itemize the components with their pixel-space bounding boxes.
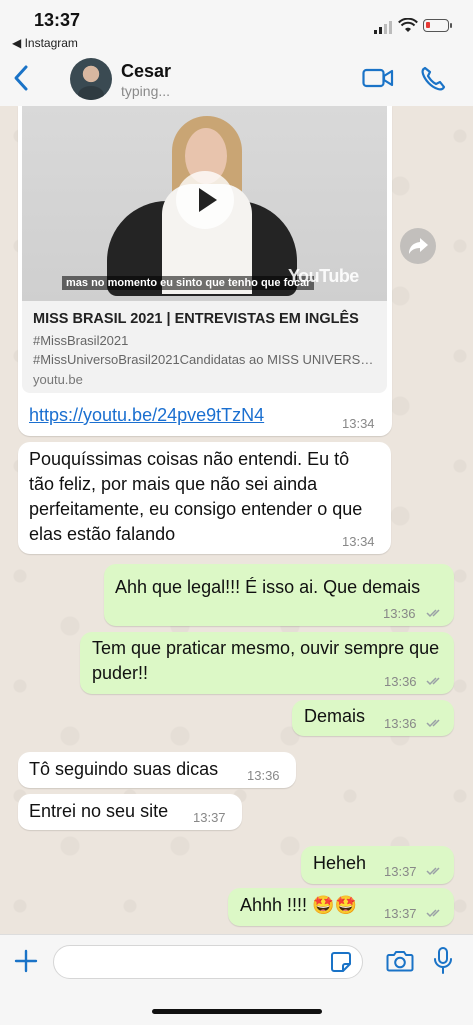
camera-icon[interactable]: [386, 949, 414, 973]
message-time: 13:36: [383, 606, 416, 621]
play-button-icon[interactable]: [176, 171, 234, 229]
plus-icon[interactable]: [14, 949, 38, 973]
message-bubble-outgoing[interactable]: Demais 13:36: [292, 700, 454, 736]
message-text: Heheh: [313, 853, 367, 873]
read-ticks-icon: [426, 609, 440, 618]
contact-status: typing...: [121, 83, 171, 99]
link-preview-message[interactable]: mas no momento eu sinto que tenho que fo…: [18, 106, 392, 436]
message-text: Entrei no seu site: [29, 801, 169, 821]
status-time: 13:37: [34, 10, 81, 30]
message-bubble-incoming[interactable]: Entrei no seu site 13:37: [18, 794, 242, 830]
video-thumbnail[interactable]: mas no momento eu sinto que tenho que fo…: [22, 106, 387, 301]
link-preview-box[interactable]: MISS BRASIL 2021 | ENTREVISTAS EM INGLÊS…: [22, 301, 387, 393]
read-ticks-icon: [426, 677, 440, 686]
preview-title: MISS BRASIL 2021 | ENTREVISTAS EM INGLÊS: [33, 311, 359, 327]
message-text: Ahh que legal!!! É isso ai. Que demais: [115, 577, 421, 597]
message-text: Demais: [304, 706, 366, 726]
message-time: 13:37: [384, 906, 417, 921]
wifi-icon: [398, 18, 418, 32]
message-text: Pouquíssimas coisas não entendi. Eu tô t…: [29, 449, 363, 544]
message-bubble-outgoing[interactable]: Heheh 13:37: [301, 846, 454, 884]
message-time: 13:34: [342, 534, 375, 549]
video-call-icon[interactable]: [362, 67, 394, 89]
message-input[interactable]: [53, 945, 363, 979]
read-ticks-icon: [426, 867, 440, 876]
link-url[interactable]: https://youtu.be/24pve9tTzN4: [29, 405, 264, 426]
preview-description: #MissBrasil2021: [33, 333, 129, 348]
forward-button[interactable]: [400, 228, 436, 264]
message-time: 13:37: [193, 810, 226, 825]
back-chevron-icon[interactable]: [10, 64, 32, 92]
message-time: 13:36: [384, 674, 417, 689]
chat-header: Cesar typing...: [0, 52, 473, 107]
message-time: 13:36: [384, 716, 417, 731]
microphone-icon[interactable]: [433, 946, 453, 976]
phone-call-icon[interactable]: [420, 66, 446, 92]
back-to-app-link[interactable]: ◀ Instagram: [12, 36, 78, 50]
sticker-icon[interactable]: [330, 951, 352, 973]
message-bubble-incoming[interactable]: Pouquíssimas coisas não entendi. Eu tô t…: [18, 442, 391, 554]
message-time: 13:34: [342, 416, 375, 431]
chat-area[interactable]: mas no momento eu sinto que tenho que fo…: [0, 106, 473, 934]
video-caption: mas no momento eu sinto que tenho que fo…: [62, 276, 315, 290]
message-text: Tô seguindo suas dicas: [29, 759, 219, 779]
home-indicator: [152, 1009, 322, 1014]
message-bubble-outgoing[interactable]: Ahh que legal!!! É isso ai. Que demais 1…: [104, 564, 454, 626]
battery-icon: [423, 19, 452, 32]
preview-description: #MissUniversoBrasil2021Candidatas ao MIS…: [33, 352, 381, 367]
read-ticks-icon: [426, 909, 440, 918]
message-time: 13:37: [384, 864, 417, 879]
status-bar: 13:37 ◀ Instagram: [0, 0, 473, 52]
message-bubble-incoming[interactable]: Tô seguindo suas dicas 13:36: [18, 752, 296, 788]
forward-icon: [409, 238, 428, 254]
message-input-bar: [0, 934, 473, 1025]
contact-avatar[interactable]: [70, 58, 112, 100]
message-text: Ahhh !!!! 🤩🤩: [240, 895, 357, 915]
signal-icon: [374, 21, 392, 34]
contact-name[interactable]: Cesar: [121, 61, 171, 82]
youtube-logo: YouTube: [288, 266, 359, 286]
message-time: 13:36: [247, 768, 280, 783]
preview-domain: youtu.be: [33, 372, 83, 387]
read-ticks-icon: [426, 719, 440, 728]
message-bubble-outgoing[interactable]: Ahhh !!!! 🤩🤩 13:37: [228, 888, 454, 926]
message-bubble-outgoing[interactable]: Tem que praticar mesmo, ouvir sempre que…: [80, 632, 454, 694]
